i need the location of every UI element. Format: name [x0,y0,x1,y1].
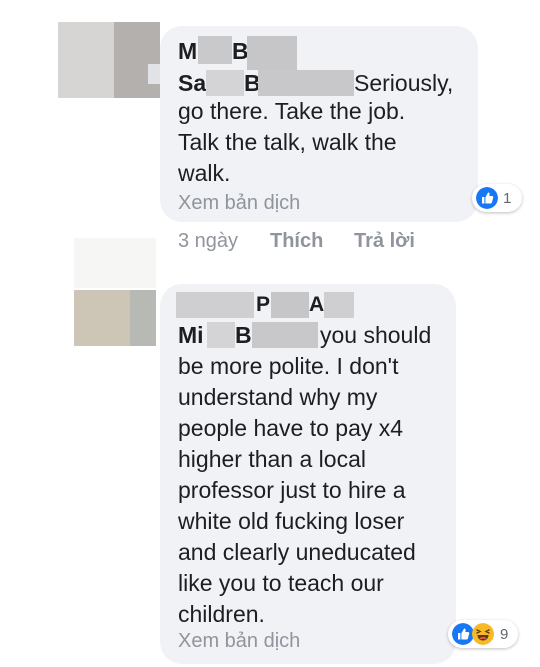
avatar[interactable] [74,238,156,348]
redaction-block [206,70,244,96]
comment-text: be more polite. I don't [178,353,399,379]
author-name[interactable]: P [256,290,270,320]
reaction-count: 1 [503,190,512,207]
like-icon [452,623,474,645]
comment-text: people have to pay x4 [178,415,404,441]
redaction-block [258,70,354,96]
comment-text: children. [178,601,265,627]
mention-name-part: B [235,322,252,348]
like-button[interactable]: Thích [270,230,323,253]
reaction-count: 9 [500,626,509,643]
redaction-block [252,322,318,348]
redaction-block [271,292,309,318]
author-name-part: A [309,293,325,316]
see-translation-link[interactable]: Xem bản dịch [178,630,300,653]
comment-text: like you to teach our [178,570,384,596]
comment-text: Seriously, [354,70,454,96]
avatar[interactable] [58,22,160,98]
mention-name[interactable]: Sa [178,68,206,98]
redaction-block [176,292,254,318]
comment-actions: 3 ngày Thích Trả lời [178,230,478,256]
author-name[interactable]: M [178,36,197,66]
like-icon [476,187,498,209]
redaction-block [207,322,235,348]
comment-text: professor just to hire a [178,477,406,503]
redaction-block [324,292,354,318]
reaction-summary[interactable]: 9 [448,620,518,648]
redaction-block [247,36,297,70]
mention-name[interactable]: Mi [178,320,204,350]
comment-text: walk. [178,160,231,186]
comment-text: and clearly uneducated [178,539,416,565]
haha-icon [472,623,494,645]
redaction-block [198,36,232,64]
comment-timestamp[interactable]: 3 ngày [178,230,238,253]
reaction-summary[interactable]: 1 [472,184,522,212]
comment-text: white old fucking loser [178,508,405,534]
see-translation-link[interactable]: Xem bản dịch [178,192,300,215]
comment-text: go there. Take the job. [178,98,406,124]
comment-text: understand why my [178,384,378,410]
reply-button[interactable]: Trả lời [354,230,415,253]
comment-text: you should [320,322,432,348]
comment-text: Talk the talk, walk the [178,129,397,155]
comment-text: higher than a local [178,446,366,472]
